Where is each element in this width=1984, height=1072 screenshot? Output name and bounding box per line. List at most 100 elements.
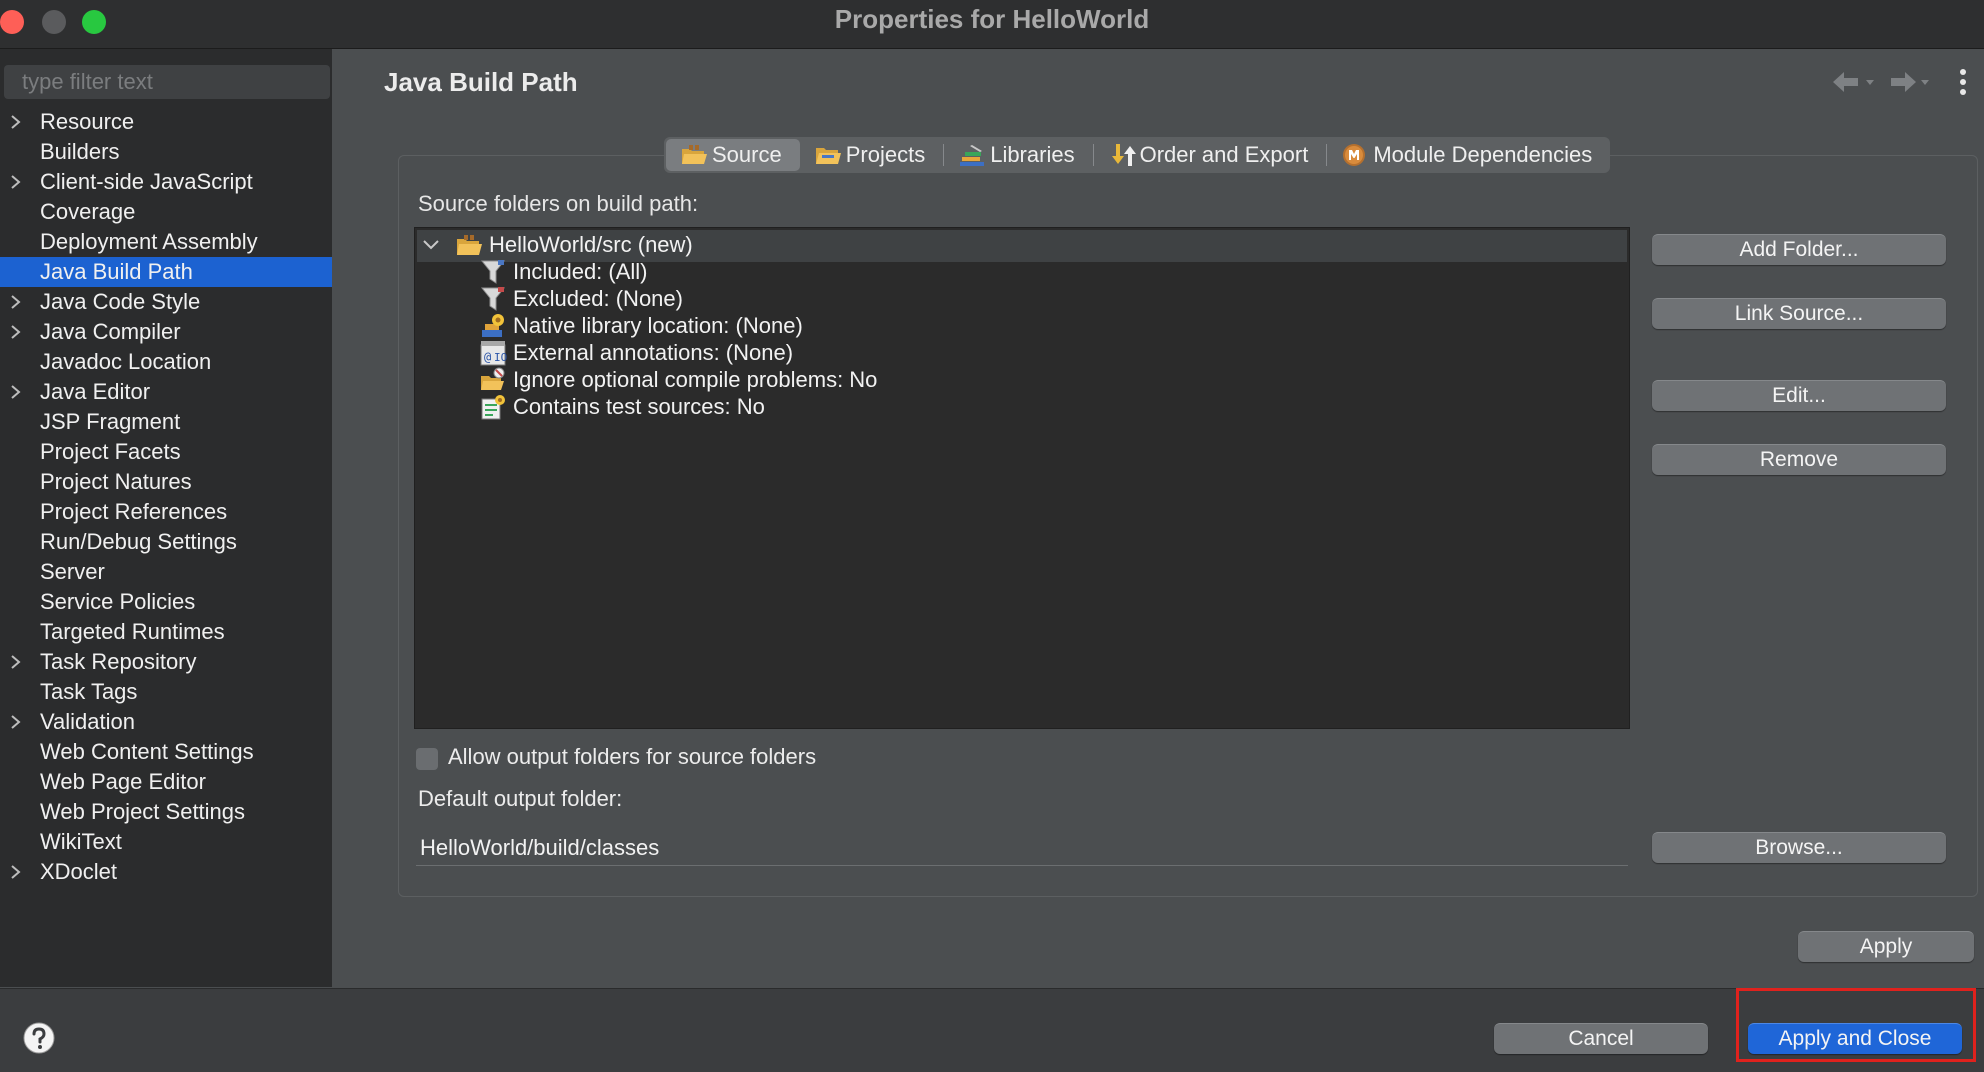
window-title: Properties for HelloWorld xyxy=(834,4,1150,34)
sidebar-item-builders[interactable]: Builders xyxy=(0,137,332,167)
allow-output-folders-checkbox[interactable] xyxy=(416,748,438,770)
sidebar-item-label: Web Content Settings xyxy=(40,739,254,764)
sidebar-item-label: Service Policies xyxy=(40,589,196,614)
sidebar-item-label: Task Repository xyxy=(40,649,197,674)
sidebar-item-task-repository[interactable]: Task Repository xyxy=(0,647,332,677)
chevron-right-icon[interactable] xyxy=(9,287,23,317)
libraries-icon xyxy=(960,145,985,166)
source-folder-icon xyxy=(682,145,707,164)
chevron-right-icon[interactable] xyxy=(9,317,23,347)
sidebar-item-label: Java Editor xyxy=(40,379,151,404)
chevron-right-icon[interactable] xyxy=(9,647,23,677)
tab-order-export-label: Order and Export xyxy=(1139,142,1309,167)
sidebar-item-label: Web Project Settings xyxy=(40,799,246,824)
source-folder-icon xyxy=(457,235,482,255)
sidebar-item-javadoc-location[interactable]: Javadoc Location xyxy=(0,347,332,377)
chevron-right-icon[interactable] xyxy=(9,107,23,137)
svg-text:@: @ xyxy=(484,350,491,364)
projects-folder-icon xyxy=(815,148,841,164)
tab-source-label: Source xyxy=(712,142,782,167)
source-folders-tree[interactable]: HelloWorld/src (new) Included: (All) Exc… xyxy=(414,227,1630,729)
chevron-right-icon[interactable] xyxy=(9,377,23,407)
filter-icon xyxy=(480,287,506,311)
source-folders-label: Source folders on build path: xyxy=(418,191,699,216)
browse-button[interactable]: Browse... xyxy=(1652,832,1946,863)
sidebar-item-client-side-javascript[interactable]: Client-side JavaScript xyxy=(0,167,332,197)
forward-arrow-icon[interactable] xyxy=(1888,67,1934,97)
sidebar-item-label: Coverage xyxy=(40,199,136,224)
edit-button[interactable]: Edit... xyxy=(1652,380,1946,411)
tab-source[interactable]: Source xyxy=(666,139,800,171)
sidebar-item-xdoclet[interactable]: XDoclet xyxy=(0,857,332,887)
sidebar-item-label: Project Facets xyxy=(40,439,181,464)
sidebar-item-label: JSP Fragment xyxy=(40,409,181,434)
chevron-right-icon[interactable] xyxy=(9,167,23,197)
sidebar-item-service-policies[interactable]: Service Policies xyxy=(0,587,332,617)
link-source-button[interactable]: Link Source... xyxy=(1652,298,1946,329)
more-menu-icon[interactable] xyxy=(1958,67,1968,97)
sidebar-item-server[interactable]: Server xyxy=(0,557,332,587)
sidebar-item-validation[interactable]: Validation xyxy=(0,707,332,737)
sidebar-item-project-natures[interactable]: Project Natures xyxy=(0,467,332,497)
tab-projects[interactable]: Projects xyxy=(800,139,943,171)
sidebar-item-java-build-path[interactable]: Java Build Path xyxy=(0,257,332,287)
sidebar-item-label: Run/Debug Settings xyxy=(40,529,237,554)
sidebar-item-java-editor[interactable]: Java Editor xyxy=(0,377,332,407)
sidebar-item-project-references[interactable]: Project References xyxy=(0,497,332,527)
sidebar-item-label: Client-side JavaScript xyxy=(40,169,253,194)
main-content: Java Build Path Source Projects Librarie… xyxy=(360,49,1984,987)
sidebar-nav-list: Resource Builders Client-side JavaScript Co… xyxy=(0,107,332,887)
sidebar-item-deployment-assembly[interactable]: Deployment Assembly xyxy=(0,227,332,257)
sidebar-item-run-debug-settings[interactable]: Run/Debug Settings xyxy=(0,527,332,557)
back-arrow-icon[interactable] xyxy=(1830,67,1876,97)
tab-module-dependencies[interactable]: Module Dependencies xyxy=(1327,139,1610,171)
sidebar-item-web-project-settings[interactable]: Web Project Settings xyxy=(0,797,332,827)
add-folder-button[interactable]: Add Folder... xyxy=(1652,234,1946,265)
sidebar-item-wikitext[interactable]: WikiText xyxy=(0,827,332,857)
tab-projects-label: Projects xyxy=(845,142,926,167)
sidebar-item-label: XDoclet xyxy=(40,859,118,884)
filter-icon xyxy=(480,260,506,284)
sidebar-item-label: Targeted Runtimes xyxy=(40,619,225,644)
sidebar-item-label: Project References xyxy=(40,499,228,524)
filter-input[interactable] xyxy=(4,65,330,99)
help-icon[interactable] xyxy=(22,1021,56,1055)
chevron-down-icon[interactable] xyxy=(421,235,441,255)
sidebar-item-resource[interactable]: Resource xyxy=(0,107,332,137)
module-icon xyxy=(1343,144,1366,166)
test-sources-icon xyxy=(481,395,505,420)
sidebar-item-targeted-runtimes[interactable]: Targeted Runtimes xyxy=(0,617,332,647)
sidebar-item-label: Java Build Path xyxy=(40,259,193,284)
sidebar-item-label: WikiText xyxy=(40,829,122,854)
tab-order-export[interactable]: Order and Export xyxy=(1094,139,1327,171)
sidebar-item-label: Java Compiler xyxy=(40,319,181,344)
sidebar-item-java-code-style[interactable]: Java Code Style xyxy=(0,287,332,317)
sidebar-item-coverage[interactable]: Coverage xyxy=(0,197,332,227)
remove-button[interactable]: Remove xyxy=(1652,444,1946,475)
page-title: Java Build Path xyxy=(384,67,578,97)
history-nav xyxy=(1830,67,1980,97)
sidebar-item-label: Java Code Style xyxy=(40,289,201,314)
sidebar-item-label: Deployment Assembly xyxy=(40,229,258,254)
ignore-problems-icon xyxy=(481,367,505,390)
apply-button[interactable]: Apply xyxy=(1798,931,1974,962)
sidebar-item-web-page-editor[interactable]: Web Page Editor xyxy=(0,767,332,797)
sidebar-item-task-tags[interactable]: Task Tags xyxy=(0,677,332,707)
tab-bar: Source Projects Libraries Order and Expo… xyxy=(664,137,1611,173)
sidebar-item-label: Project Natures xyxy=(40,469,192,494)
chevron-right-icon[interactable] xyxy=(9,707,23,737)
default-output-folder-field[interactable]: HelloWorld/build/classes xyxy=(416,831,1628,866)
chevron-right-icon[interactable] xyxy=(9,857,23,887)
dialog-footer: Cancel Apply and Close xyxy=(0,988,1984,1072)
title-bar: Properties for HelloWorld xyxy=(0,0,1984,49)
sidebar-item-java-compiler[interactable]: Java Compiler xyxy=(0,317,332,347)
tab-libraries[interactable]: Libraries xyxy=(944,139,1092,171)
sidebar-item-label: Resource xyxy=(40,109,135,134)
sidebar-item-label: Validation xyxy=(40,709,135,734)
sidebar-item-jsp-fragment[interactable]: JSP Fragment xyxy=(0,407,332,437)
allow-output-folders-label[interactable]: Allow output folders for source folders xyxy=(448,744,816,770)
cancel-button[interactable]: Cancel xyxy=(1494,1023,1708,1054)
sidebar-item-web-content-settings[interactable]: Web Content Settings xyxy=(0,737,332,767)
svg-text:IO: IO xyxy=(494,351,507,364)
sidebar-item-project-facets[interactable]: Project Facets xyxy=(0,437,332,467)
